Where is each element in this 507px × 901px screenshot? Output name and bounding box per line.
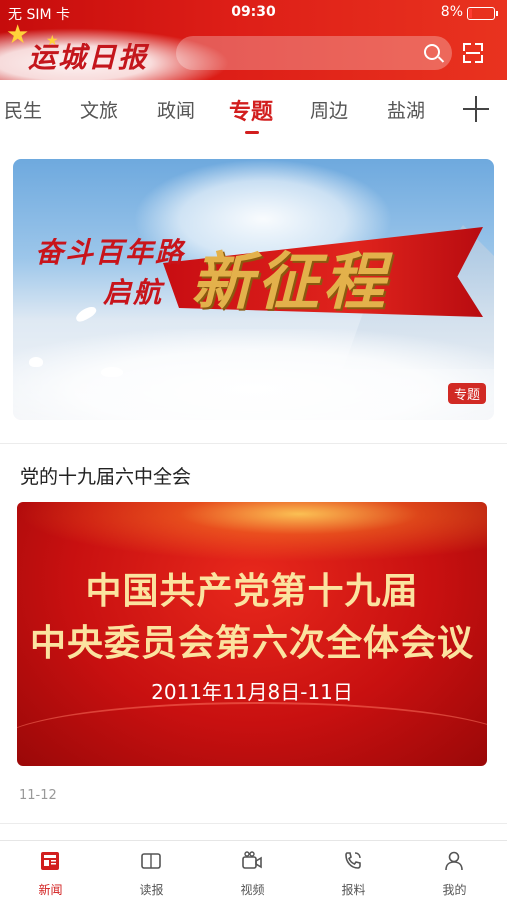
topic-badge: 专题 [447, 383, 486, 404]
active-tab-indicator [245, 131, 259, 134]
section-divider [0, 823, 507, 824]
search-bar[interactable] [176, 36, 452, 70]
dove-icon [73, 304, 99, 324]
feature-banner[interactable]: 奋斗百年路 启航 新征程 专题 [13, 159, 494, 420]
article-image[interactable]: 中国共产党第十九届 中央委员会第六次全体会议 2011年11月8日-11日 [17, 502, 487, 766]
tab-yanhu[interactable]: 盐湖 [387, 96, 425, 123]
user-icon [445, 851, 463, 871]
banner-headline: 新征程 [191, 245, 390, 318]
clock: 09:30 [231, 4, 276, 20]
nav-video[interactable]: 视频 [202, 841, 303, 901]
nav-label: 我的 [442, 883, 467, 897]
tab-zhuanti[interactable]: 专题 [229, 94, 273, 126]
tab-wenlv[interactable]: 文旅 [80, 96, 118, 123]
channel-tabs: 民生 文旅 政闻 专题 周边 盐湖 [0, 84, 507, 134]
image-date: 2011年11月8日-11日 [151, 680, 353, 704]
dove-icon [101, 367, 123, 377]
nav-report[interactable]: 报料 [303, 841, 404, 901]
scan-icon[interactable] [463, 43, 483, 63]
nav-label: 新闻 [38, 883, 63, 897]
banner-cloud [13, 329, 494, 420]
bottom-navigation: 新闻 读报 视频 报料 我的 [0, 840, 507, 901]
tab-zhoubian[interactable]: 周边 [310, 96, 348, 123]
image-headline-line1: 中国共产党第十九届 [85, 571, 419, 612]
banner-line1: 奋斗百年路 [35, 236, 186, 269]
nav-label: 报料 [341, 883, 366, 897]
section-divider [0, 443, 507, 444]
news-icon [41, 852, 59, 870]
image-glow [17, 502, 487, 562]
app-header: ★ ★ 无 SIM 卡 09:30 8% 运城日报 [0, 0, 507, 80]
image-wave [17, 702, 487, 766]
newspaper-icon [141, 853, 161, 869]
nav-label: 读报 [139, 883, 164, 897]
tab-minsheng[interactable]: 民生 [4, 96, 42, 123]
battery-percent: 8% [440, 4, 463, 20]
tab-zhengwen[interactable]: 政闻 [157, 96, 195, 123]
banner-line2: 启航 [103, 276, 164, 309]
nav-label: 视频 [240, 883, 265, 897]
article-title[interactable]: 党的十九届六中全会 [20, 462, 191, 489]
phone-icon [345, 852, 361, 869]
status-bar: 无 SIM 卡 09:30 8% [0, 0, 507, 26]
nav-newspaper[interactable]: 读报 [101, 841, 202, 901]
search-icon[interactable] [424, 44, 440, 60]
battery-icon [467, 7, 498, 20]
article-date: 11-12 [19, 788, 57, 803]
nav-profile[interactable]: 我的 [404, 841, 505, 901]
app-logo: 运城日报 [28, 41, 149, 74]
video-icon [242, 851, 262, 869]
plus-icon[interactable] [463, 96, 489, 122]
nav-news[interactable]: 新闻 [0, 841, 101, 901]
image-headline-line2: 中央委员会第六次全体会议 [29, 623, 474, 664]
dove-icon [29, 357, 43, 367]
